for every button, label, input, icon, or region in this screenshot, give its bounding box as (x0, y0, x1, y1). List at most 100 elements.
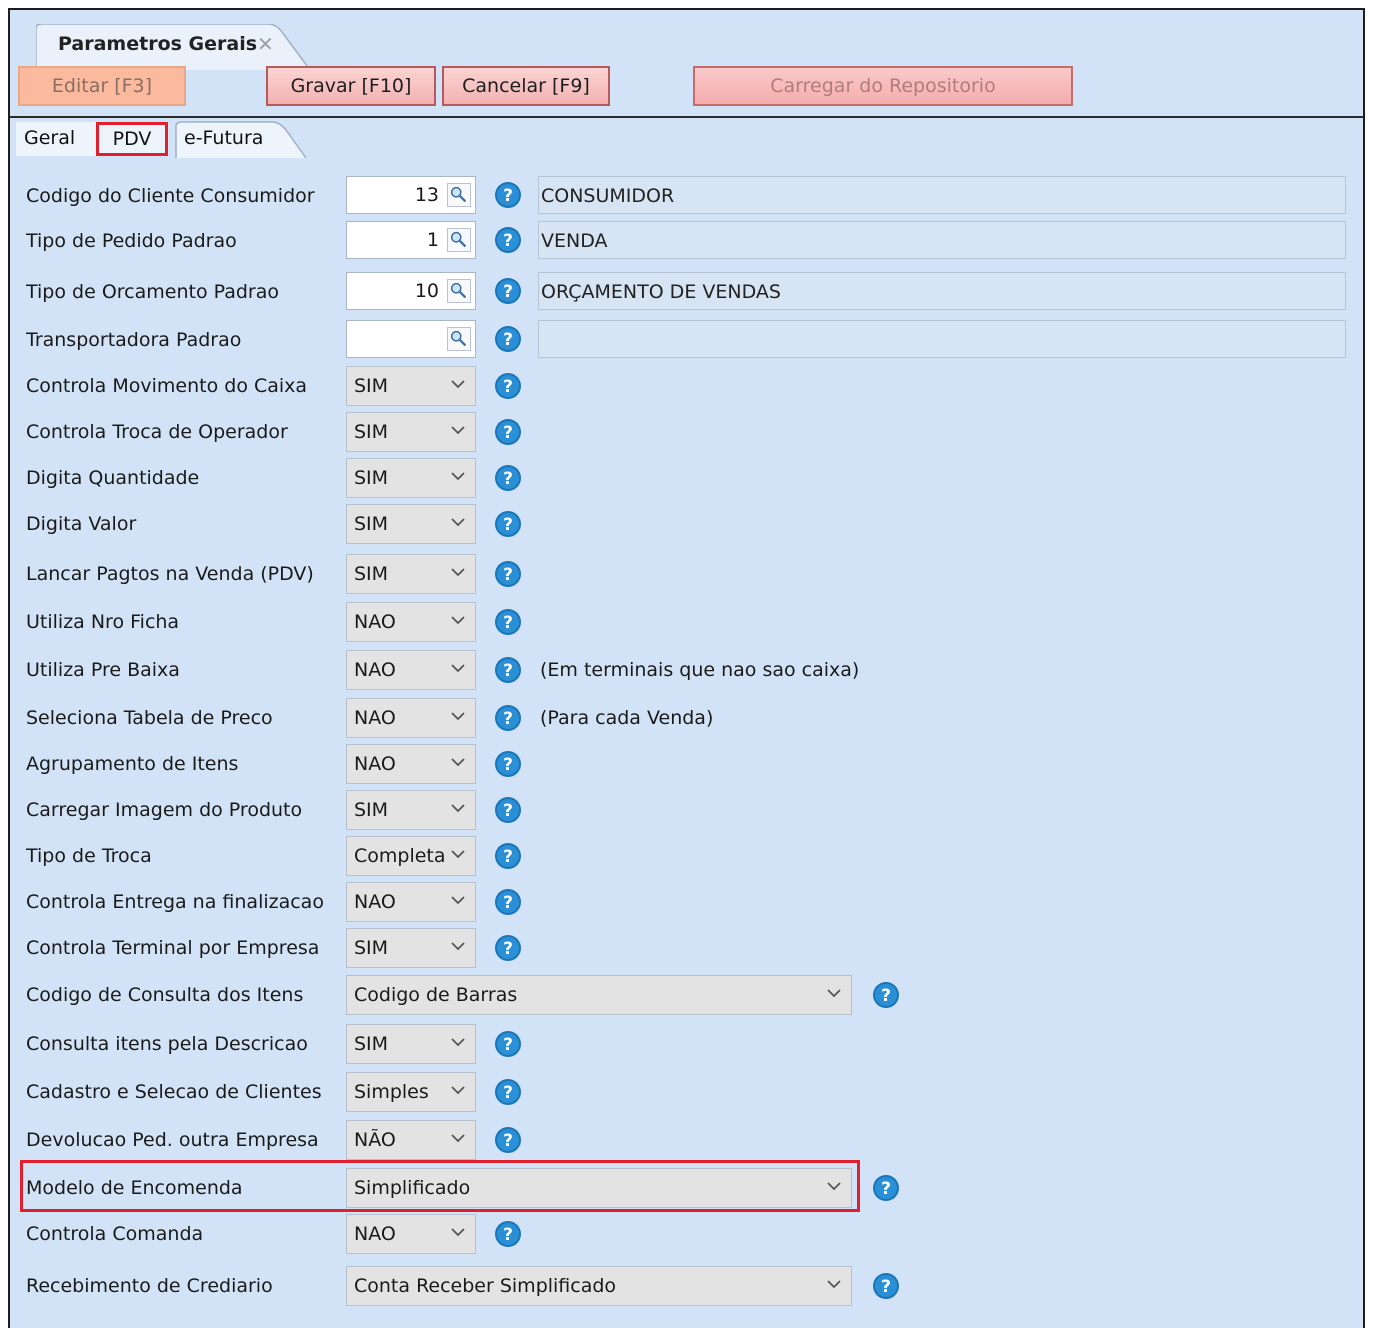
field-label: Controla Comanda (26, 1223, 204, 1245)
tab-e-futura[interactable]: e-Futura (176, 122, 296, 156)
chevron-down-icon (449, 799, 467, 817)
field-label: Transportadora Padrao (26, 329, 242, 351)
help-icon[interactable]: ? (494, 325, 522, 353)
help-icon[interactable]: ? (494, 372, 522, 400)
help-icon[interactable]: ? (494, 750, 522, 778)
lookup-field[interactable] (346, 320, 476, 358)
search-icon[interactable] (447, 228, 471, 252)
option-select[interactable]: NÃO (346, 1120, 476, 1160)
select-value: Conta Receber Simplificado (354, 1275, 617, 1297)
help-icon[interactable]: ? (494, 934, 522, 962)
option-select[interactable]: NAO (346, 1214, 476, 1254)
svg-text:?: ? (503, 469, 513, 489)
chevron-down-icon (449, 1033, 467, 1051)
close-icon[interactable]: ✕ (257, 32, 274, 56)
carregar-repositorio-button[interactable]: Carregar do Repositorio (693, 66, 1073, 106)
field-label: Tipo de Pedido Padrao (26, 230, 237, 252)
help-icon[interactable]: ? (494, 1030, 522, 1058)
help-icon[interactable]: ? (494, 418, 522, 446)
field-label: Digita Quantidade (26, 467, 200, 489)
option-select[interactable]: NAO (346, 650, 476, 690)
help-icon[interactable]: ? (494, 842, 522, 870)
svg-text:?: ? (503, 515, 513, 535)
option-select[interactable]: SIM (346, 458, 476, 498)
help-icon[interactable]: ? (494, 656, 522, 684)
svg-text:?: ? (503, 893, 513, 913)
option-select[interactable]: Completa (346, 836, 476, 876)
chevron-down-icon (449, 513, 467, 531)
option-select[interactable]: SIM (346, 928, 476, 968)
help-icon[interactable]: ? (494, 277, 522, 305)
help-icon[interactable]: ? (494, 1078, 522, 1106)
tab-geral[interactable]: Geral (16, 122, 96, 156)
option-select[interactable]: SIM (346, 1024, 476, 1064)
field-label: Controla Entrega na finalizacao (26, 891, 324, 913)
svg-text:?: ? (881, 986, 891, 1006)
lookup-field[interactable]: 1 (346, 221, 476, 259)
field-label: Utiliza Nro Ficha (26, 611, 180, 633)
gravar-button[interactable]: Gravar [F10] (266, 66, 436, 106)
field-label: Codigo de Consulta dos Itens (26, 984, 304, 1006)
help-icon[interactable]: ? (494, 560, 522, 588)
option-select[interactable]: NAO (346, 698, 476, 738)
chevron-down-icon (449, 937, 467, 955)
select-value: SIM (354, 1033, 389, 1055)
cancelar-button[interactable]: Cancelar [F9] (442, 66, 610, 106)
select-value: SIM (354, 421, 389, 443)
svg-text:?: ? (503, 282, 513, 302)
help-icon[interactable]: ? (494, 796, 522, 824)
help-icon[interactable]: ? (494, 888, 522, 916)
lookup-field[interactable]: 10 (346, 272, 476, 310)
lookup-description-text: VENDA (541, 230, 608, 252)
help-icon[interactable]: ? (872, 1272, 900, 1300)
help-icon[interactable]: ? (494, 1126, 522, 1154)
lookup-code: 13 (414, 184, 439, 206)
help-icon[interactable]: ? (494, 181, 522, 209)
document-tab-title: Parametros Gerais (58, 33, 258, 55)
option-select[interactable]: SIM (346, 504, 476, 544)
help-icon[interactable]: ? (494, 704, 522, 732)
option-select[interactable]: Codigo de Barras (346, 975, 852, 1015)
option-select[interactable]: NAO (346, 744, 476, 784)
help-icon[interactable]: ? (494, 464, 522, 492)
select-value: Simples (354, 1081, 429, 1103)
option-select[interactable]: Conta Receber Simplificado (346, 1266, 852, 1306)
search-icon[interactable] (447, 279, 471, 303)
field-label: Tipo de Orcamento Padrao (26, 281, 279, 303)
svg-text:?: ? (503, 377, 513, 397)
chevron-down-icon (449, 375, 467, 393)
help-icon[interactable]: ? (872, 1174, 900, 1202)
chevron-down-icon (449, 1223, 467, 1241)
highlight-box (20, 1160, 860, 1212)
option-select[interactable]: SIM (346, 554, 476, 594)
help-icon[interactable]: ? (494, 1220, 522, 1248)
option-select[interactable]: SIM (346, 412, 476, 452)
help-icon[interactable]: ? (872, 981, 900, 1009)
field-label: Devolucao Ped. outra Empresa (26, 1129, 319, 1151)
search-icon[interactable] (447, 327, 471, 351)
option-select[interactable]: NAO (346, 602, 476, 642)
help-icon[interactable]: ? (494, 608, 522, 636)
svg-text:?: ? (503, 1035, 513, 1055)
option-select[interactable]: Simples (346, 1072, 476, 1112)
chevron-down-icon (449, 707, 467, 725)
field-note: (Para cada Venda) (540, 707, 714, 729)
option-select[interactable]: SIM (346, 366, 476, 406)
svg-text:?: ? (503, 939, 513, 959)
lookup-description-text: CONSUMIDOR (541, 185, 675, 207)
field-label: Consulta itens pela Descricao (26, 1033, 308, 1055)
help-icon[interactable]: ? (494, 226, 522, 254)
help-icon[interactable]: ? (494, 510, 522, 538)
document-tab[interactable]: Parametros Gerais ✕ (36, 24, 312, 70)
field-label: Agrupamento de Itens (26, 753, 239, 775)
tab-pdv[interactable]: PDV (96, 122, 168, 156)
select-value: NAO (354, 753, 396, 775)
option-select[interactable]: SIM (346, 790, 476, 830)
lookup-field[interactable]: 13 (346, 176, 476, 214)
svg-text:?: ? (503, 330, 513, 350)
select-value: NAO (354, 707, 396, 729)
svg-text:?: ? (881, 1179, 891, 1199)
editar-button[interactable]: Editar [F3] (18, 66, 186, 106)
search-icon[interactable] (447, 183, 471, 207)
option-select[interactable]: NAO (346, 882, 476, 922)
